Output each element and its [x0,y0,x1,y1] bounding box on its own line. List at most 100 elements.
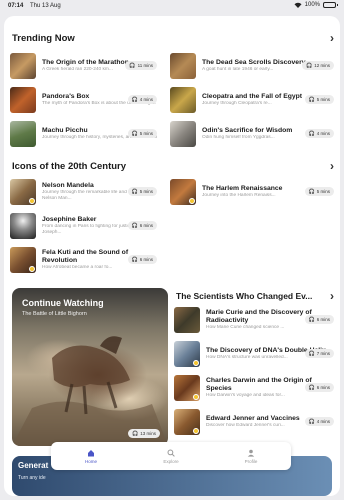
icons-item-josephine-baker[interactable]: Josephine Baker From dancing in Paris to… [10,212,157,240]
item-subtitle: How Marie Curie changed science ... [206,325,285,330]
headphones-icon: 🎧 [131,188,138,195]
thumbnail [10,53,36,79]
main-sheet: Trending Now › The Origin of the Maratho… [4,16,340,496]
duration-label: 11 mins [137,63,153,68]
status-time: 07:14 [8,3,24,9]
tab-explore[interactable]: Explore [131,442,211,470]
item-subtitle: How Darwin's voyage and ideas for... [206,393,285,398]
battery-percent: 100% [304,2,320,8]
person-icon [247,449,255,457]
duration-label: 5 mins [139,189,153,194]
chevron-right-icon: › [330,31,334,45]
duration-badge: 🎧 5 mins [127,129,157,138]
thumbnail [170,179,196,205]
duration-label: 5 mins [316,97,330,102]
thumbnail [10,247,36,273]
headphones-icon: 🎧 [308,384,315,391]
headphones-icon: 🎧 [308,188,315,195]
scientists-header[interactable]: The Scientists Who Changed Ev... › [176,290,334,302]
duration-badge: 🎧 4 mins [304,417,334,426]
headphones-icon: 🎧 [131,130,138,137]
headphones-icon: 🎧 [131,256,138,263]
duration-label: 13 mins [140,431,156,436]
trending-item-marathon[interactable]: The Origin of the Marathon A Greek heral… [10,52,157,80]
scientists-item-dna[interactable]: The Discovery of DNA's Double Helix How … [174,340,334,368]
headphones-icon: 🎧 [308,316,315,323]
duration-badge: 🎧 4 mins [127,95,157,104]
thumbnail [174,409,200,435]
star-icon [193,428,199,434]
home-icon [88,449,94,456]
duration-badge: 🎧 5 mins [304,95,334,104]
status-bar: 07:14 Thu 13 Aug 100% [0,0,344,14]
thumbnail [174,341,200,367]
star-icon [29,198,35,204]
thumbnail [174,375,200,401]
duration-badge: 🎧 5 mins [127,187,157,196]
trending-item-odin[interactable]: Odin's Sacrifice for Wisdom Odin hung hi… [170,120,334,148]
duration-badge: 🎧 5 mins [304,187,334,196]
headphones-icon: 🎧 [308,350,315,357]
thumbnail [170,87,196,113]
icons-title: Icons of the 20th Century [12,160,127,172]
icons-item-harlem[interactable]: The Harlem Renaissance Journey into the … [170,178,334,206]
duration-label: 6 mins [316,317,330,322]
continue-watching-title: Continue Watching [22,298,104,308]
duration-label: 5 mins [139,131,153,136]
chevron-right-icon: › [330,159,334,173]
duration-label: 4 mins [139,97,153,102]
trending-item-machu-picchu[interactable]: Machu Picchu Journey through the history… [10,120,157,148]
duration-label: 6 mins [139,223,153,228]
duration-label: 7 mins [316,351,330,356]
wifi-icon [294,2,302,8]
headphones-icon: 🎧 [306,62,313,69]
duration-badge: 🎧 6 mins [304,383,334,392]
duration-label: 4 mins [316,131,330,136]
tab-home[interactable]: Home [51,442,131,470]
duration-label: 12 mins [314,63,330,68]
trending-item-pandora[interactable]: Pandora's Box The myth of Pandora's Box … [10,86,157,114]
thumbnail [10,213,36,239]
trending-header[interactable]: Trending Now › [12,32,334,44]
trending-item-dead-sea[interactable]: The Dead Sea Scrolls Discovery A goat hu… [170,52,334,80]
headphones-icon: 🎧 [132,430,139,437]
headphones-icon: 🎧 [131,222,138,229]
icons-header[interactable]: Icons of the 20th Century › [12,160,334,172]
scientists-item-jenner[interactable]: Edward Jenner and Vaccines Discover how … [174,408,334,436]
thumbnail [170,121,196,147]
tab-label: Home [84,458,97,464]
icons-item-fela-kuti[interactable]: Fela Kuti and the Sound of Revolution Ho… [10,246,157,274]
headphones-icon: 🎧 [308,130,315,137]
continue-watching-card[interactable]: Continue Watching The Battle of Little B… [12,288,168,446]
battery-icon [323,2,338,8]
duration-label: 6 mins [316,385,330,390]
duration-badge: 🎧 12 mins [302,61,334,70]
duration-badge: 🎧 7 mins [304,349,334,358]
icons-item-mandela[interactable]: Nelson Mandela Journey through the remar… [10,178,157,206]
thumbnail [174,307,200,333]
generate-subtitle: Turn any ide [18,475,46,481]
scientists-item-darwin[interactable]: Charles Darwin and the Origin of Species… [174,374,334,402]
tab-bar: Home Explore Profile [51,442,291,470]
tab-profile[interactable]: Profile [211,442,291,470]
duration-badge: 🎧 4 mins [304,129,334,138]
generate-title: Generat [18,461,49,470]
star-icon [193,394,199,400]
status-right: 100% [294,2,338,8]
thumbnail [10,87,36,113]
thumbnail [10,121,36,147]
scientists-item-curie[interactable]: Marie Curie and the Discovery of Radioac… [174,306,334,334]
headphones-icon: 🎧 [131,96,138,103]
trending-title: Trending Now [12,32,75,44]
star-icon [193,360,199,366]
status-date: Thu 13 Aug [30,3,61,9]
continue-watching-subtitle: The Battle of Little Bighorn [22,311,87,317]
star-icon [189,198,195,204]
star-icon [29,266,35,272]
headphones-icon: 🎧 [308,418,315,425]
tab-label: Explore [163,458,179,464]
trending-item-cleopatra[interactable]: Cleopatra and the Fall of Egypt Journey … [170,86,334,114]
chevron-right-icon: › [330,289,334,303]
duration-badge: 🎧 6 mins [127,221,157,230]
duration-badge: 🎧 6 mins [304,315,334,324]
